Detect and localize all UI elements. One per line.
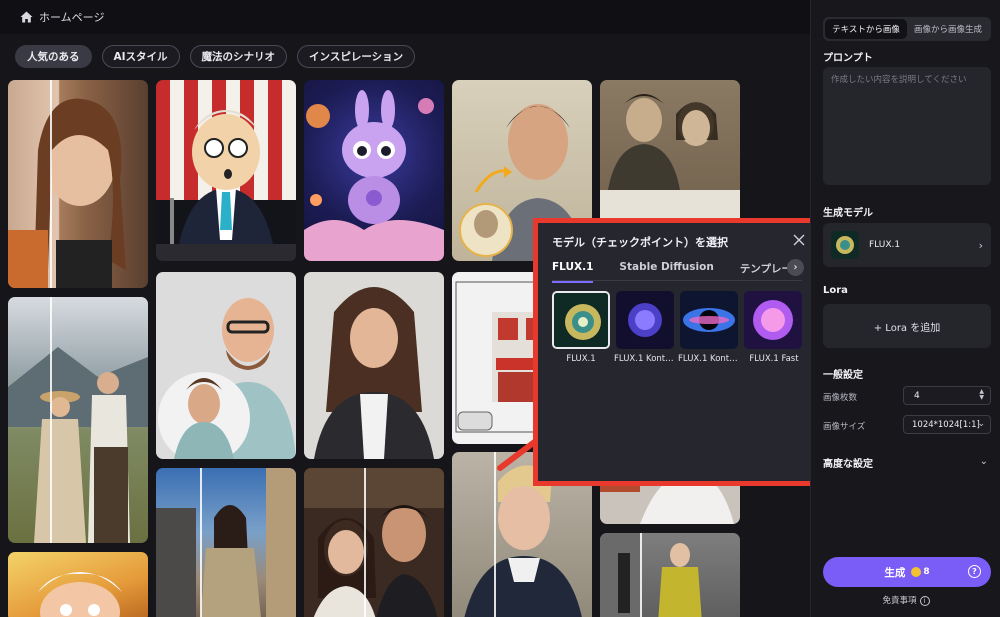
flux-kontext-orb-image xyxy=(616,291,674,349)
image-size-select[interactable]: 1024*1024[1:1] ⌄ xyxy=(903,415,991,434)
tab-flux[interactable]: FLUX.1 xyxy=(552,261,594,283)
gallery-item-couple-field[interactable] xyxy=(8,297,148,543)
mode-image-to-image[interactable]: 画像から画像生成 xyxy=(907,19,989,39)
gallery-item-couple-selfie[interactable] xyxy=(304,468,444,617)
flux-kontext-pro-orb-image xyxy=(680,291,738,349)
image-size-label: 画像サイズ xyxy=(823,422,866,432)
model-thumbnail xyxy=(831,231,859,259)
tab-inspiration[interactable]: インスピレーション xyxy=(297,45,416,68)
image-count-label: 画像枚数 xyxy=(823,393,858,403)
cartoon-president-image xyxy=(156,110,296,261)
runway-image xyxy=(600,533,702,617)
prompt-label: プロンプト xyxy=(823,53,873,64)
close-icon[interactable] xyxy=(792,232,806,246)
before-after-divider xyxy=(200,468,202,617)
model-card-flux-kontext-pro[interactable] xyxy=(680,291,738,349)
image-size-value: 1024*1024[1:1] xyxy=(912,419,980,430)
coin-icon xyxy=(911,567,922,577)
prompt-input[interactable]: 作成したい内容を説明してください xyxy=(823,67,991,185)
credit-cost: 8 xyxy=(923,567,930,577)
chevron-right-icon: › xyxy=(978,238,983,252)
space-bunny-image xyxy=(304,90,444,261)
image-count-stepper[interactable]: 4 ▲ ▼ xyxy=(903,386,991,405)
stepper-arrows-icon[interactable]: ▲ ▼ xyxy=(979,389,984,401)
model-card-flux[interactable] xyxy=(552,291,610,349)
model-selector[interactable]: FLUX.1 › xyxy=(823,223,991,267)
generate-button[interactable]: 生成 8 ? xyxy=(823,557,991,587)
model-card-flux-fast[interactable] xyxy=(744,291,802,349)
couple-selfie-image xyxy=(304,468,444,617)
chevron-down-icon[interactable]: ⌄ xyxy=(980,456,988,467)
image-count-value: 4 xyxy=(914,390,920,401)
main-area: ホームページ 人気のある AIスタイル 魔法のシナリオ インスピレーション モデ… xyxy=(0,0,810,617)
tab-popular[interactable]: 人気のある xyxy=(15,45,92,68)
cartoon-elder-image xyxy=(38,572,122,617)
lora-label: Lora xyxy=(823,285,848,296)
flux-fast-orb-image xyxy=(744,291,802,349)
help-icon[interactable]: ? xyxy=(968,565,981,578)
gallery-item-space-bunny[interactable] xyxy=(304,80,444,261)
before-after-divider xyxy=(640,533,642,617)
settings-panel: テキストから画像 画像から画像生成 プロンプト 作成したい内容を説明してください… xyxy=(810,0,1000,617)
tabs-divider xyxy=(552,280,802,281)
top-bar: ホームページ xyxy=(0,0,810,34)
add-lora-button[interactable]: + Lora を追加 xyxy=(823,304,991,348)
dialog-tabs: FLUX.1 Stable Diffusion テンプレート xyxy=(552,261,794,283)
gallery-item-runway[interactable] xyxy=(600,533,740,617)
model-name-flux-kontext-pro: FLUX.1 Kontext Pro xyxy=(678,354,742,364)
home-icon[interactable] xyxy=(20,11,33,23)
portrait-woman-image xyxy=(8,98,126,288)
gallery-item-cartoon-president[interactable] xyxy=(156,80,296,261)
flux-orb-image xyxy=(554,293,608,347)
model-card-flux-kontext[interactable] xyxy=(616,291,674,349)
couple-field-image xyxy=(8,347,148,543)
model-select-dialog: モデル（チェックポイント）を選択 FLUX.1 Stable Diffusion… xyxy=(538,223,810,481)
chevron-down-icon: ⌄ xyxy=(977,419,985,429)
gallery-item-woman-street[interactable] xyxy=(156,468,296,617)
before-after-divider xyxy=(364,468,366,617)
disclaimer-link[interactable]: 免責事項 i xyxy=(811,594,1000,606)
general-settings-label: 一般設定 xyxy=(823,370,863,381)
tab-ai-style[interactable]: AIスタイル xyxy=(101,45,180,68)
gallery-item-cartoon-elder[interactable] xyxy=(8,552,148,617)
dialog-title: モデル（チェックポイント）を選択 xyxy=(552,236,728,249)
gallery-item-woman-blazer[interactable] xyxy=(304,272,444,459)
mode-text-to-image[interactable]: テキストから画像 xyxy=(825,19,907,39)
model-name-flux-kontext: FLUX.1 Kontext xyxy=(614,354,678,364)
model-label: 生成モデル xyxy=(823,208,873,219)
gallery-item-man-glasses[interactable] xyxy=(156,272,296,459)
woman-blazer-image xyxy=(314,287,434,459)
prompt-placeholder: 作成したい内容を説明してください xyxy=(831,75,967,85)
gallery-item-portrait-woman[interactable] xyxy=(8,80,148,288)
chevron-right-icon[interactable]: › xyxy=(787,259,804,276)
mode-switch: テキストから画像 画像から画像生成 xyxy=(823,17,991,41)
advanced-settings-label[interactable]: 高度な設定 xyxy=(823,455,873,470)
before-after-divider xyxy=(50,297,52,543)
before-after-divider xyxy=(50,80,52,288)
generate-label: 生成 xyxy=(884,566,906,579)
tab-stable-diffusion[interactable]: Stable Diffusion xyxy=(619,261,713,276)
man-glasses-image xyxy=(158,298,296,459)
breadcrumb[interactable]: ホームページ xyxy=(39,9,104,25)
disclaimer-label: 免責事項 xyxy=(882,596,917,606)
tab-magic-scenario[interactable]: 魔法のシナリオ xyxy=(189,45,288,68)
model-name-flux: FLUX.1 xyxy=(566,354,596,364)
model-name-flux-fast: FLUX.1 Fast xyxy=(749,354,799,364)
model-value: FLUX.1 xyxy=(869,240,901,250)
tab-templates[interactable]: テンプレート xyxy=(740,261,794,276)
info-icon: i xyxy=(919,595,930,606)
woman-street-image xyxy=(156,468,296,617)
category-tabs: 人気のある AIスタイル 魔法のシナリオ インスピレーション xyxy=(15,45,416,68)
